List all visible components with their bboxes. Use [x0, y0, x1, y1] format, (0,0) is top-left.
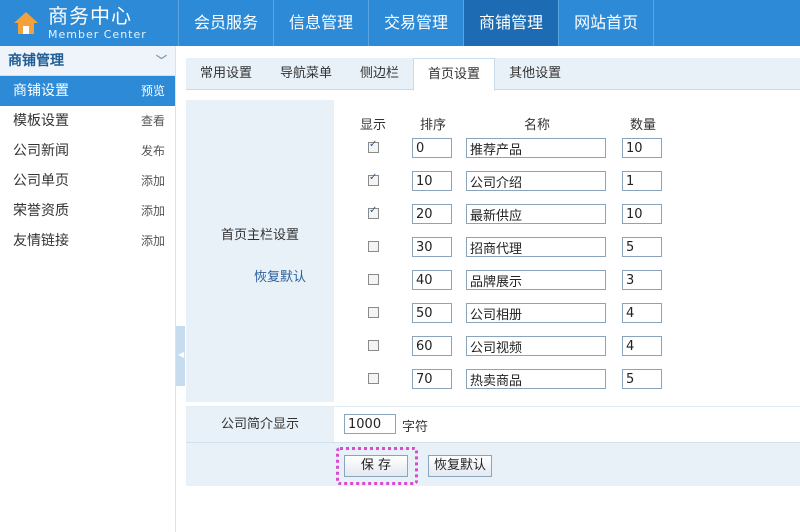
name-input[interactable]: [466, 369, 606, 389]
qty-input[interactable]: [622, 204, 662, 224]
order-input[interactable]: [412, 138, 452, 158]
show-checkbox[interactable]: [368, 205, 379, 219]
restore-default-button[interactable]: 恢复默认: [428, 455, 492, 477]
top-bar: 商务中心 Member Center 会员服务 信息管理 交易管理 商铺管理 网…: [0, 0, 800, 46]
show-checkbox[interactable]: [368, 139, 379, 153]
order-input[interactable]: [412, 369, 452, 389]
sidebar-item-honors[interactable]: 荣誉资质 添加: [0, 196, 175, 226]
nav-item-info-management[interactable]: 信息管理: [273, 0, 368, 46]
column-header-order: 排序: [420, 118, 447, 133]
restore-default-link[interactable]: 恢复默认: [254, 266, 306, 285]
sidebar-header[interactable]: 商铺管理 ﹀: [0, 46, 175, 76]
nav-item-shop-management[interactable]: 商铺管理: [463, 0, 559, 46]
tab-other-settings[interactable]: 其他设置: [495, 58, 575, 90]
house-icon: [12, 9, 40, 37]
home-columns-label: 首页主栏设置: [220, 228, 299, 243]
nav-item-trade-management[interactable]: 交易管理: [368, 0, 463, 46]
name-input[interactable]: [466, 237, 606, 257]
order-input[interactable]: [412, 237, 452, 257]
sidebar-item-action-preview[interactable]: 预览: [141, 76, 165, 106]
nav-item-site-home[interactable]: 网站首页: [558, 0, 655, 46]
qty-input[interactable]: [622, 336, 662, 356]
name-input[interactable]: [466, 171, 606, 191]
company-intro-unit: 字符: [402, 420, 429, 435]
qty-input[interactable]: [622, 237, 662, 257]
sidebar-item-action-add[interactable]: 添加: [141, 196, 165, 226]
home-columns-row: 首页主栏设置 恢复默认 显示 排序 名称 数量: [186, 100, 800, 402]
sidebar-item-label: 公司新闻: [13, 143, 69, 159]
sidebar-title: 商铺管理: [8, 53, 64, 69]
order-input[interactable]: [412, 270, 452, 290]
order-input[interactable]: [412, 336, 452, 356]
brand-title: 商务中心: [48, 4, 132, 28]
sidebar-item-action-add[interactable]: 添加: [141, 166, 165, 196]
company-intro-length-input[interactable]: [344, 414, 396, 434]
nav-item-member-service[interactable]: 会员服务: [178, 0, 273, 46]
sidebar-item-label: 商铺设置: [13, 83, 69, 99]
main-content: 常用设置 导航菜单 侧边栏 首页设置 其他设置 首页主栏设置 恢复默认 显示 排…: [186, 58, 800, 488]
name-input[interactable]: [466, 270, 606, 290]
qty-input[interactable]: [622, 171, 662, 191]
name-input[interactable]: [466, 336, 606, 356]
sidebar-item-action-view[interactable]: 查看: [141, 106, 165, 136]
sidebar-item-company-page[interactable]: 公司单页 添加: [0, 166, 175, 196]
show-checkbox[interactable]: [368, 373, 379, 384]
order-input[interactable]: [412, 171, 452, 191]
sidebar-item-label: 模板设置: [13, 113, 69, 129]
sidebar-item-label: 友情链接: [13, 233, 69, 249]
name-input[interactable]: [466, 303, 606, 323]
sidebar-item-label: 公司单页: [13, 173, 69, 189]
company-intro-row: 公司简介显示 字符: [186, 406, 800, 443]
show-checkbox[interactable]: [368, 340, 379, 351]
show-checkbox[interactable]: [368, 307, 379, 318]
sidebar-item-action-add[interactable]: 添加: [141, 226, 165, 256]
column-header-show: 显示: [360, 118, 387, 133]
sidebar-item-action-publish[interactable]: 发布: [141, 136, 165, 166]
tab-general-settings[interactable]: 常用设置: [186, 58, 266, 90]
tab-nav-menu[interactable]: 导航菜单: [266, 58, 346, 90]
qty-input[interactable]: [622, 270, 662, 290]
show-checkbox[interactable]: [368, 172, 379, 186]
show-checkbox[interactable]: [368, 241, 379, 252]
sidebar-collapse-handle[interactable]: ◀: [176, 326, 185, 386]
settings-tabs: 常用设置 导航菜单 侧边栏 首页设置 其他设置: [186, 58, 800, 91]
show-checkbox[interactable]: [368, 274, 379, 285]
main-nav: 会员服务 信息管理 交易管理 商铺管理 网站首页: [178, 0, 655, 46]
column-header-qty: 数量: [630, 118, 657, 133]
tab-home-settings[interactable]: 首页设置: [413, 58, 496, 91]
qty-input[interactable]: [622, 138, 662, 158]
name-input[interactable]: [466, 138, 606, 158]
sidebar-item-template-settings[interactable]: 模板设置 查看: [0, 106, 175, 136]
home-columns-grid: 显示 排序 名称 数量: [336, 100, 800, 402]
sidebar-item-friend-links[interactable]: 友情链接 添加: [0, 226, 175, 256]
chevron-left-icon: ◀: [178, 350, 185, 359]
form-actions: 保 存 恢复默认: [186, 442, 800, 486]
save-button[interactable]: 保 存: [344, 455, 408, 477]
order-input[interactable]: [412, 204, 452, 224]
brand[interactable]: 商务中心 Member Center: [0, 0, 178, 46]
sidebar-item-shop-settings[interactable]: 商铺设置 预览: [0, 76, 175, 106]
order-input[interactable]: [412, 303, 452, 323]
sidebar-item-company-news[interactable]: 公司新闻 发布: [0, 136, 175, 166]
company-intro-label: 公司简介显示: [186, 407, 334, 443]
brand-subtitle: Member Center: [48, 28, 147, 41]
column-header-name: 名称: [524, 118, 551, 133]
qty-input[interactable]: [622, 369, 662, 389]
qty-input[interactable]: [622, 303, 662, 323]
chevron-down-icon[interactable]: ﹀: [156, 46, 167, 76]
name-input[interactable]: [466, 204, 606, 224]
tab-sidebar[interactable]: 侧边栏: [346, 58, 413, 90]
sidebar-item-label: 荣誉资质: [13, 203, 69, 219]
sidebar: 商铺管理 ﹀ 商铺设置 预览 模板设置 查看 公司新闻 发布 公司单页 添加 荣…: [0, 46, 176, 532]
